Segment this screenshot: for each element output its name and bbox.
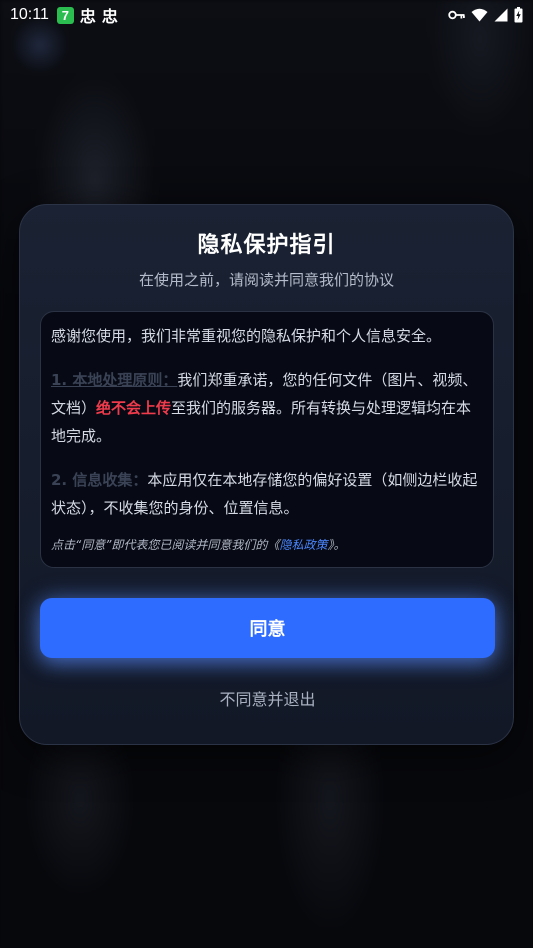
point2-label: 2. 信息收集： xyxy=(51,471,148,489)
notice-after: 》。 xyxy=(327,538,346,552)
notification-icon: 忠 xyxy=(79,7,96,26)
signal-icon xyxy=(494,8,508,22)
battery-charging-icon xyxy=(514,7,523,23)
point1-label: 1. 本地处理原则： xyxy=(51,371,178,389)
dialog-title: 隐私保护指引 xyxy=(197,233,336,258)
key-icon xyxy=(448,9,465,21)
wifi-icon xyxy=(471,8,488,22)
privacy-policy-link[interactable]: 隐私政策 xyxy=(279,538,327,552)
disagree-exit-button[interactable]: 不同意并退出 xyxy=(40,681,495,715)
dialog-subtitle: 在使用之前，请阅读并同意我们的协议 xyxy=(138,271,394,289)
point1-highlight: 绝不会上传 xyxy=(96,399,172,417)
agree-button[interactable]: 同意 xyxy=(40,598,495,658)
notification-icon: 忠 xyxy=(101,7,118,26)
point-local-processing: 1. 本地处理原则：我们郑重承诺，您的任何文件（图片、视频、文档）绝不会上传至我… xyxy=(51,366,483,450)
intro-text: 感谢您使用，我们非常重视您的隐私保护和个人信息安全。 xyxy=(51,327,442,345)
app-badge-icon: 7 xyxy=(56,6,74,24)
policy-content-box: 感谢您使用，我们非常重视您的隐私保护和个人信息安全。 1. 本地处理原则：我们郑… xyxy=(40,311,494,568)
consent-notice: 点击“同意”即代表您已阅读并同意我们的《隐私政策》。 xyxy=(51,536,483,554)
status-left: 10:11 7 忠 忠 xyxy=(10,3,118,27)
status-time: 10:11 xyxy=(10,6,49,23)
notice-before: 点击“同意”即代表您已阅读并同意我们的《 xyxy=(51,538,280,552)
point-info-collection: 2. 信息收集：本应用仅在本地存储您的偏好设置（如侧边栏收起状态），不收集您的身… xyxy=(51,466,483,522)
status-right xyxy=(448,7,523,23)
status-bar: 10:11 7 忠 忠 xyxy=(0,0,533,30)
privacy-dialog: 隐私保护指引 在使用之前，请阅读并同意我们的协议 感谢您使用，我们非常重视您的隐… xyxy=(19,204,514,745)
